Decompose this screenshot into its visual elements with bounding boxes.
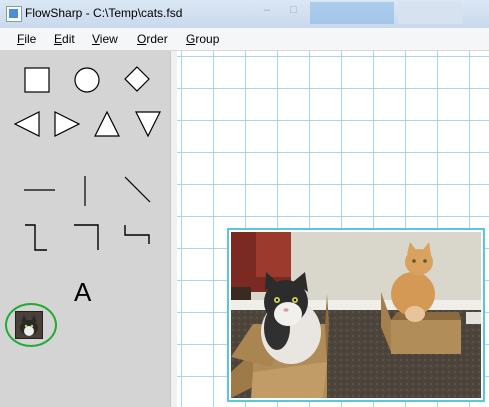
box-tool-icon[interactable] [24, 67, 50, 93]
toolbox-panel: A [0, 51, 170, 407]
left-triangle-tool-icon[interactable] [13, 111, 40, 137]
connector-tool-icon-3[interactable] [124, 225, 150, 244]
down-triangle-tool-icon[interactable] [135, 111, 161, 138]
app-icon [6, 6, 22, 22]
diamond-tool-icon[interactable] [124, 66, 150, 92]
up-triangle-tool-icon[interactable] [94, 110, 120, 137]
connector-tool-icon-2[interactable] [74, 224, 99, 250]
image-shape-selected[interactable] [227, 228, 485, 402]
diagonal-line-tool-icon[interactable] [124, 176, 151, 203]
connector-tool-icon-1[interactable] [25, 224, 47, 251]
menu-view[interactable]: View [92, 32, 118, 46]
circle-tool-icon[interactable] [74, 67, 100, 93]
menu-group[interactable]: Group [186, 32, 219, 46]
right-triangle-tool-icon[interactable] [54, 111, 81, 137]
title-bar: FlowSharp - C:\Temp\cats.fsd – □ [0, 0, 489, 29]
text-tool-icon[interactable]: A [74, 277, 91, 308]
cats-photo-image [231, 232, 481, 398]
highlight-circle [5, 303, 57, 347]
maximize-icon[interactable]: □ [290, 4, 297, 22]
background-window-area [398, 2, 462, 24]
menu-bar: File Edit View Order Group [0, 28, 489, 51]
menu-edit[interactable]: Edit [54, 32, 75, 46]
toolbox-shapes [13, 66, 161, 251]
panel-splitter[interactable] [170, 51, 177, 407]
menu-order[interactable]: Order [137, 32, 168, 46]
cats-photo [231, 232, 481, 398]
minimize-icon[interactable]: – [264, 4, 270, 22]
window-title: FlowSharp - C:\Temp\cats.fsd [25, 6, 183, 20]
menu-file[interactable]: File [17, 32, 36, 46]
background-window-tab [310, 2, 394, 24]
